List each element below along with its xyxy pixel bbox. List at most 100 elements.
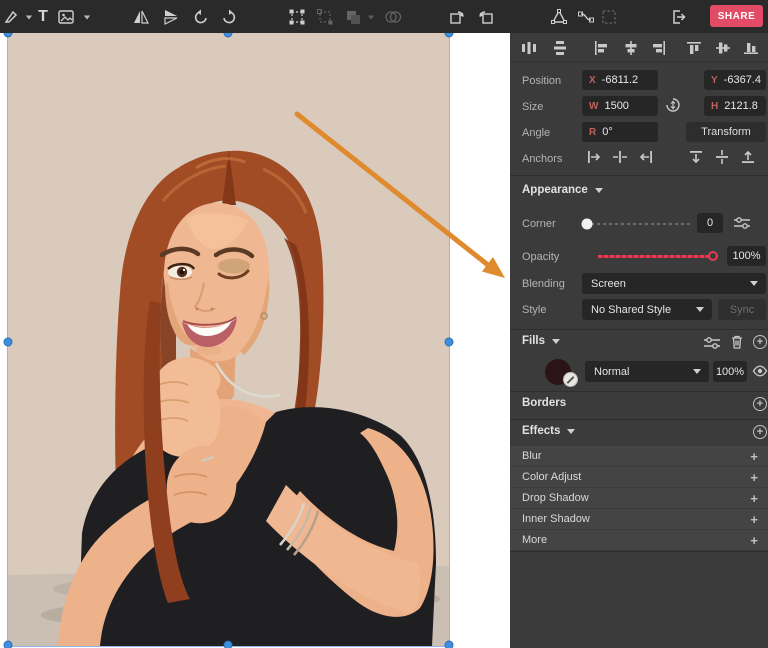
effect-row-inner-shadow[interactable]: Inner Shadow + [510,509,768,529]
effects-header[interactable]: Effects [522,425,576,437]
ungroup-icon[interactable] [315,7,335,27]
align-middle-v-icon[interactable] [714,39,732,57]
delete-fill-icon[interactable] [729,334,745,353]
anchor-right-icon[interactable] [637,148,655,169]
distribute-vertical-icon[interactable] [551,39,569,57]
corner-label: Corner [522,218,556,230]
effect-row-color-adjust[interactable]: Color Adjust + [510,467,768,487]
arrange-dropdown-icon[interactable] [361,7,381,27]
align-top-icon[interactable] [685,39,703,57]
arrange-icon[interactable] [343,7,363,27]
flip-horizontal-icon[interactable] [131,7,151,27]
plus-icon[interactable]: + [750,512,758,527]
align-left-icon[interactable] [592,39,610,57]
corner-slider-knob[interactable] [581,218,593,230]
angle-label: Angle [522,127,551,139]
borders-header[interactable]: Borders [522,397,566,409]
sync-button[interactable]: Sync [718,299,766,320]
export-icon[interactable] [668,7,688,27]
path-tool-icon[interactable] [549,7,569,27]
plus-icon[interactable]: + [750,470,758,485]
effect-row-drop-shadow[interactable]: Drop Shadow + [510,488,768,508]
plus-icon[interactable]: + [750,533,758,548]
alignment-toolbar [510,33,768,62]
selection-handle-bottom-left[interactable] [3,640,13,648]
selection-handle-top-right[interactable] [444,33,454,38]
rotate-cw-icon[interactable] [219,7,239,27]
rotate-ccw-icon[interactable] [191,7,211,27]
group-icon[interactable] [287,7,307,27]
opacity-label: Opacity [522,251,560,263]
align-bottom-icon[interactable] [742,39,760,57]
effect-row-more[interactable]: More + [510,530,768,550]
transform-button[interactable]: Transform [686,122,766,142]
fill-blend-dropdown[interactable]: Normal [585,361,709,382]
corner-value-field[interactable]: 0 [697,213,723,233]
woman-illustration [8,33,449,646]
selection-handle-bottom-mid[interactable] [223,640,233,648]
selection-handle-mid-left[interactable] [3,337,13,347]
fill-swatch-picker-icon[interactable] [563,372,578,387]
chevron-down-icon [552,338,561,344]
rotate-object-left-icon[interactable] [447,7,467,27]
chevron-down-icon [594,187,603,193]
size-label: Size [522,101,544,113]
chevron-down-icon [693,369,701,374]
opacity-slider-knob[interactable] [708,251,718,261]
rotate-object-right-icon[interactable] [476,7,496,27]
position-label: Position [522,75,562,87]
anchor-bottom-icon[interactable] [739,148,757,169]
opacity-value-field[interactable]: 100% [727,246,766,266]
corner-options-icon[interactable] [732,214,752,235]
top-toolbar: T SHARE [0,0,768,33]
effect-row-blur[interactable]: Blur + [510,446,768,466]
lock-ratio-icon[interactable] [665,97,681,116]
fills-header[interactable]: Fills [522,335,561,347]
connector-tool-icon[interactable] [576,7,596,27]
add-fill-icon[interactable]: + [753,335,767,349]
pen-tool-icon[interactable] [1,7,21,27]
image-tool-dropdown-icon[interactable] [77,7,97,27]
marquee-tool-icon[interactable] [599,7,619,27]
flip-vertical-icon[interactable] [161,7,181,27]
selection-handle-bottom-right[interactable] [444,640,454,648]
chevron-down-icon [567,428,576,434]
plus-icon[interactable]: + [750,449,758,464]
corner-slider[interactable] [585,223,690,225]
fills-options-icon[interactable] [702,334,722,355]
selected-artboard[interactable] [7,33,450,647]
align-right-icon[interactable] [650,39,668,57]
canvas-area[interactable] [0,33,510,648]
plus-icon[interactable]: + [750,491,758,506]
distribute-horizontal-icon[interactable] [520,39,538,57]
size-h-field[interactable]: H 2121.8 [704,96,766,116]
anchor-top-icon[interactable] [687,148,705,169]
align-center-h-icon[interactable] [622,39,640,57]
fill-opacity-field[interactable]: 100% [713,361,747,382]
text-tool-icon[interactable]: T [33,7,53,27]
add-effect-icon[interactable]: + [753,425,767,439]
position-y-field[interactable]: Y -6367.4 [704,70,766,90]
style-dropdown[interactable]: No Shared Style [582,299,712,320]
position-x-field[interactable]: X -6811.2 [582,70,658,90]
anchors-label: Anchors [522,153,563,165]
opacity-slider[interactable] [598,255,716,258]
angle-field[interactable]: R 0° [582,122,658,142]
blending-label: Blending [522,278,565,290]
image-tool-icon[interactable] [56,7,76,27]
fill-visibility-eye-icon[interactable] [752,363,768,382]
chevron-down-icon [696,307,704,312]
share-button[interactable]: SHARE [710,5,763,27]
chevron-down-icon [750,281,758,286]
add-border-icon[interactable]: + [753,397,767,411]
anchor-center-h-icon[interactable] [611,148,629,169]
app-window: T SHARE Position X -6811.2 Y -6367.4 Siz… [0,0,768,648]
boolean-ops-icon[interactable] [383,7,403,27]
anchor-left-icon[interactable] [585,148,603,169]
style-label: Style [522,304,547,316]
blending-dropdown[interactable]: Screen [582,273,766,294]
appearance-header[interactable]: Appearance [522,184,603,196]
size-w-field[interactable]: W 1500 [582,96,658,116]
anchor-middle-v-icon[interactable] [713,148,731,169]
selection-handle-mid-right[interactable] [444,337,454,347]
